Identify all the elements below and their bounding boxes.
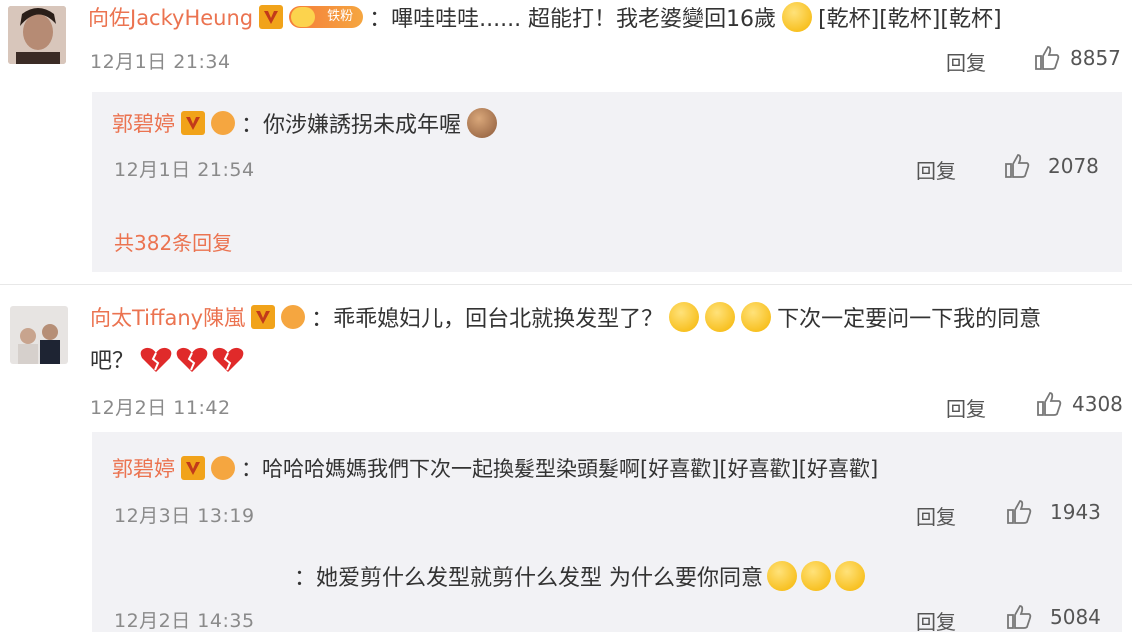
like-button[interactable]: 5084: [1006, 604, 1101, 630]
crying-emoji-icon: [705, 302, 736, 332]
reply-button[interactable]: 回复: [946, 47, 986, 76]
verified-v-icon: [181, 111, 205, 135]
reply-button[interactable]: 回复: [916, 501, 956, 530]
like-count: 5084: [1050, 605, 1101, 629]
comment-time: 12月1日 21:34: [90, 51, 231, 73]
fan-level-icon: [211, 456, 235, 480]
smug-emoji-icon: [801, 561, 831, 591]
thumbs-up-icon: [1035, 46, 1060, 70]
thumbs-up-icon: [1007, 605, 1032, 629]
like-count: 8857: [1070, 46, 1121, 70]
broken-heart-icon: [140, 347, 244, 372]
divider: [0, 284, 1132, 285]
thumbs-up-icon: [1007, 500, 1032, 524]
fan-badge: 铁粉: [289, 6, 364, 28]
verified-v-icon: [259, 5, 284, 29]
like-button[interactable]: 2078: [1004, 153, 1099, 179]
reply-text: ：你涉嫌誘拐未成年喔: [241, 113, 462, 138]
crying-emoji-icon: [741, 302, 772, 332]
reply-time: 12月2日 14:35: [114, 610, 255, 632]
reply-button[interactable]: 回复: [916, 155, 956, 184]
grin-emoji-icon: [782, 2, 813, 32]
comment-text: ：乖乖媳妇儿，回台北就换发型了？: [311, 307, 664, 332]
character-emoji-icon: [467, 108, 498, 138]
comment-text: ：嗶哇哇哇...... 超能打！我老婆變回16歲: [369, 7, 777, 32]
verified-v-icon: [181, 456, 205, 480]
like-count: 4308: [1072, 392, 1123, 416]
crying-emoji-icon: [669, 302, 700, 332]
reply-button[interactable]: 回复: [916, 606, 956, 632]
comment-time: 12月2日 11:42: [90, 397, 231, 419]
reply-time: 12月3日 13:19: [114, 505, 255, 527]
comment-username[interactable]: 向佐JackyHeung: [88, 2, 253, 32]
reply-text: ：哈哈哈媽媽我們下次一起換髮型染頭髮啊[好喜歡][好喜歡][好喜歡]: [241, 457, 879, 481]
comment-text-continued: 下次一定要问一下我的同意: [777, 307, 1042, 332]
comment-emote-text: [乾杯][乾杯][乾杯]: [818, 7, 1002, 32]
verified-v-icon: [251, 305, 276, 329]
reply-username[interactable]: 郭碧婷: [112, 108, 175, 138]
smug-emoji-icon: [835, 561, 865, 591]
avatar[interactable]: [10, 306, 68, 364]
reply-text: ：她爱剪什么发型就剪什么发型 为什么要你同意: [294, 566, 763, 591]
comment-text-line2: 吧？: [90, 349, 135, 374]
like-count: 2078: [1048, 154, 1099, 178]
like-button[interactable]: 8857: [1034, 45, 1121, 71]
avatar[interactable]: [8, 6, 66, 64]
fan-level-icon: [281, 305, 306, 329]
more-replies-link[interactable]: 共382条回复: [114, 227, 232, 256]
reply-username[interactable]: 郭碧婷: [112, 453, 175, 483]
fan-level-icon: [211, 111, 235, 135]
thumbs-up-icon: [1005, 154, 1030, 178]
like-button[interactable]: 4308: [1036, 391, 1123, 417]
smug-emoji-icon: [767, 561, 797, 591]
reply-time: 12月1日 21:54: [114, 159, 255, 181]
reply-button[interactable]: 回复: [946, 393, 986, 422]
thumbs-up-icon: [1037, 392, 1062, 416]
comment-username[interactable]: 向太Tiffany陳嵐: [90, 302, 245, 332]
like-count: 1943: [1050, 500, 1101, 524]
like-button[interactable]: 1943: [1006, 499, 1101, 525]
